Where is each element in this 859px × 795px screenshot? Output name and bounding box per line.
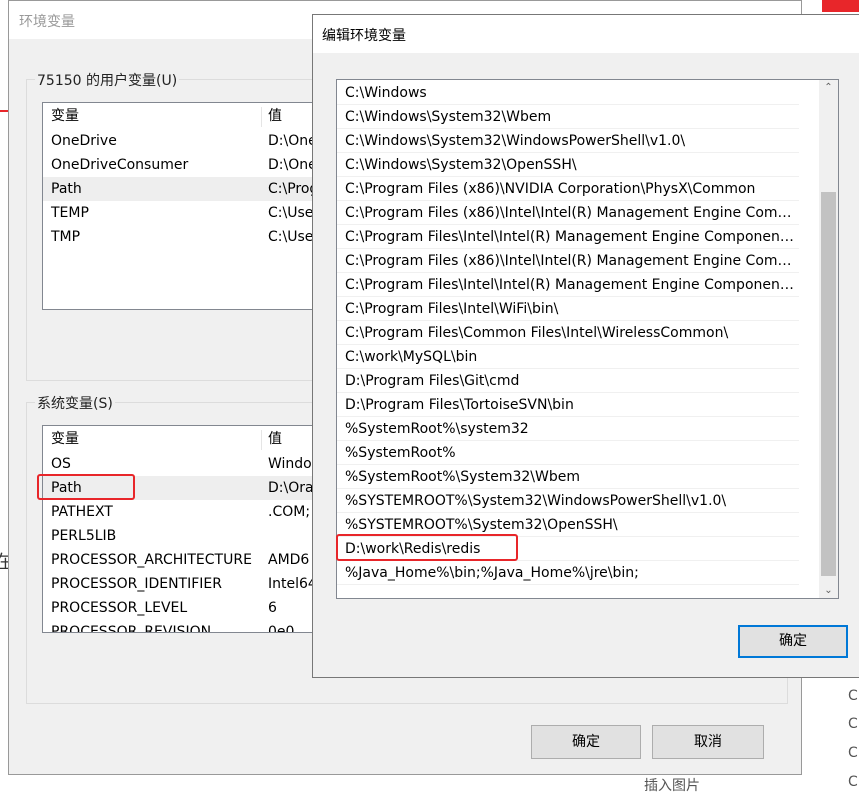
var-value: AMD6 xyxy=(268,552,310,568)
var-value: C:\Use xyxy=(268,205,314,221)
path-entry[interactable]: C:\Program Files (x86)\Intel\Intel(R) Ma… xyxy=(337,201,799,225)
var-name: OneDriveConsumer xyxy=(51,157,189,173)
column-header-variable[interactable]: 变量 xyxy=(51,103,79,129)
var-value: .COM; xyxy=(268,504,311,520)
path-entry[interactable]: C:\Windows xyxy=(337,81,799,105)
scrollbar-thumb[interactable] xyxy=(821,192,836,576)
path-entry[interactable]: C:\Windows\System32\OpenSSH\ xyxy=(337,153,799,177)
var-name: OS xyxy=(51,456,71,472)
var-name: PROCESSOR_REVISION xyxy=(51,624,212,633)
var-name: PROCESSOR_IDENTIFIER xyxy=(51,576,222,592)
var-value: D:\One xyxy=(268,133,317,149)
system-vars-label: 系统变量(S) xyxy=(35,393,115,413)
highlight-redis-box xyxy=(336,534,518,561)
var-value: 0e0 xyxy=(268,624,295,633)
path-entry[interactable]: D:\Program Files\Git\cmd xyxy=(337,369,799,393)
var-value: 6 xyxy=(268,600,277,616)
var-name: PATHEXT xyxy=(51,504,113,520)
cancel-button[interactable]: 取消 xyxy=(652,725,764,759)
var-value: Windo xyxy=(268,456,312,472)
var-name: PROCESSOR_ARCHITECTURE xyxy=(51,552,252,568)
column-header-variable[interactable]: 变量 xyxy=(51,426,79,452)
path-entry[interactable]: D:\Program Files\TortoiseSVN\bin xyxy=(337,393,799,417)
bg-letter: C xyxy=(848,745,858,761)
bg-letter: C xyxy=(848,716,858,732)
var-value: D:\Ora xyxy=(268,480,314,496)
path-entry[interactable]: C:\Program Files\Intel\Intel(R) Manageme… xyxy=(337,273,799,297)
path-entry[interactable]: %SYSTEMROOT%\System32\WindowsPowerShell\… xyxy=(337,489,799,513)
bg-bottom-text: 插入图片 xyxy=(644,778,700,794)
var-name: OneDrive xyxy=(51,133,117,149)
ok-button[interactable]: 确定 xyxy=(531,725,641,759)
scroll-down-icon[interactable]: ⌄ xyxy=(819,585,838,596)
path-entry[interactable]: C:\Windows\System32\WindowsPowerShell\v1… xyxy=(337,129,799,153)
path-entry[interactable]: C:\Windows\System32\Wbem xyxy=(337,105,799,129)
path-list[interactable]: C:\Windows C:\Windows\System32\Wbem C:\Win… xyxy=(336,79,839,599)
scrollbar[interactable]: ⌃ ⌄ xyxy=(819,80,838,598)
bg-red-block xyxy=(822,0,859,12)
scroll-up-icon[interactable]: ⌃ xyxy=(819,82,838,93)
var-value: C:\Prog xyxy=(268,181,319,197)
var-name: PERL5LIB xyxy=(51,528,117,544)
path-entry[interactable]: %SystemRoot% xyxy=(337,441,799,465)
var-name: Path xyxy=(51,181,82,197)
path-entry[interactable]: C:\Program Files (x86)\Intel\Intel(R) Ma… xyxy=(337,249,799,273)
path-entry[interactable]: %SystemRoot%\system32 xyxy=(337,417,799,441)
column-header-value[interactable]: 值 xyxy=(268,103,282,129)
user-vars-label: 75150 的用户变量(U) xyxy=(35,70,180,90)
column-divider[interactable] xyxy=(261,107,262,127)
path-entry[interactable]: C:\Program Files (x86)\NVIDIA Corporatio… xyxy=(337,177,799,201)
edit-ok-button[interactable]: 确定 xyxy=(738,625,848,658)
var-value: D:\One xyxy=(268,157,317,173)
var-name: PROCESSOR_LEVEL xyxy=(51,600,188,616)
column-divider[interactable] xyxy=(261,430,262,450)
bg-letter: C xyxy=(848,774,858,790)
var-name: TMP xyxy=(51,229,81,245)
var-value: Intel64 xyxy=(268,576,317,592)
highlight-path-box xyxy=(37,474,135,500)
path-entry[interactable]: C:\Program Files\Intel\WiFi\bin\ xyxy=(337,297,799,321)
var-name: TEMP xyxy=(51,205,89,221)
edit-env-dialog: 编辑环境变量 C:\Windows C:\Windows\System32\Wbe… xyxy=(312,14,859,678)
dialog-title: 编辑环境变量 xyxy=(322,28,406,44)
path-entry[interactable]: C:\work\MySQL\bin xyxy=(337,345,799,369)
dialog-title: 环境变量 xyxy=(19,14,75,30)
title-bar: 编辑环境变量 xyxy=(313,15,859,53)
path-entry[interactable]: C:\Program Files\Common Files\Intel\Wire… xyxy=(337,321,799,345)
var-value: C:\Use xyxy=(268,229,314,245)
path-entry[interactable]: %SystemRoot%\System32\Wbem xyxy=(337,465,799,489)
column-header-value[interactable]: 值 xyxy=(268,426,282,452)
path-entry[interactable]: C:\Program Files\Intel\Intel(R) Manageme… xyxy=(337,225,799,249)
path-entry[interactable]: %Java_Home%\bin;%Java_Home%\jre\bin; xyxy=(337,561,799,585)
bg-letter: C xyxy=(848,688,858,704)
